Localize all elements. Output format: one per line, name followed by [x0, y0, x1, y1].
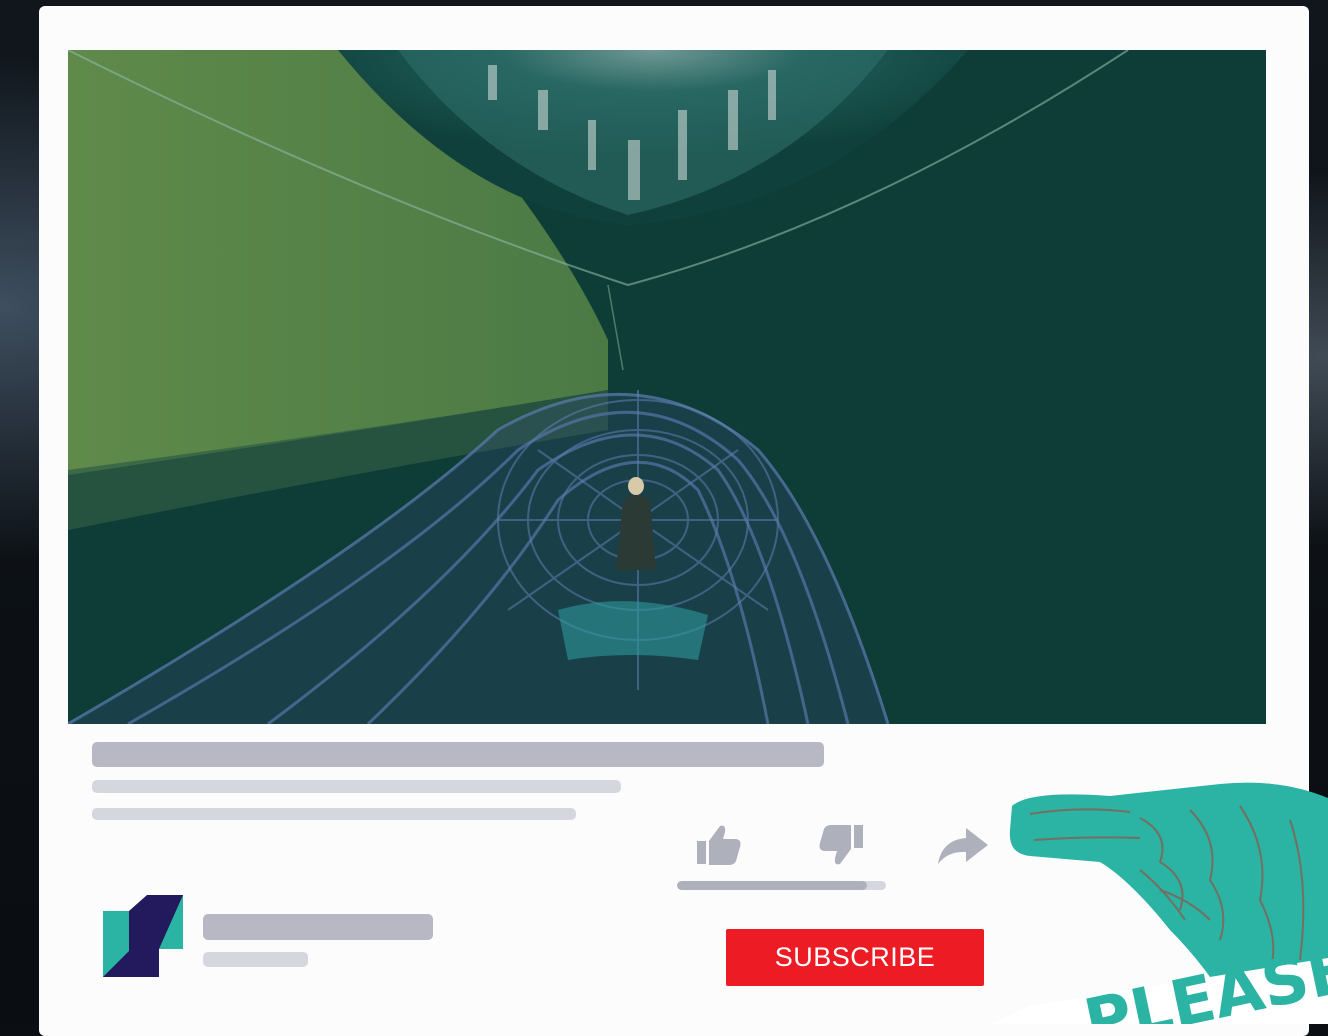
video-frame [68, 50, 1266, 724]
channel-name-placeholder [203, 914, 433, 940]
like-ratio-fill [677, 881, 868, 890]
video-player[interactable] [68, 50, 1266, 724]
subscribe-button[interactable]: SUBSCRIBE [726, 929, 984, 986]
subscriber-count-placeholder [203, 952, 308, 967]
like-dislike-ratio-bar [677, 881, 886, 890]
thumbs-up-icon[interactable] [696, 824, 742, 866]
description-placeholder-line-1 [92, 780, 621, 793]
thumbs-down-icon[interactable] [818, 824, 864, 866]
share-arrow-icon[interactable] [936, 826, 990, 866]
pointing-hand-icon: PLEASE [990, 782, 1328, 1024]
title-placeholder [92, 742, 824, 767]
description-placeholder-line-2 [92, 808, 576, 820]
channel-logo [103, 895, 183, 977]
